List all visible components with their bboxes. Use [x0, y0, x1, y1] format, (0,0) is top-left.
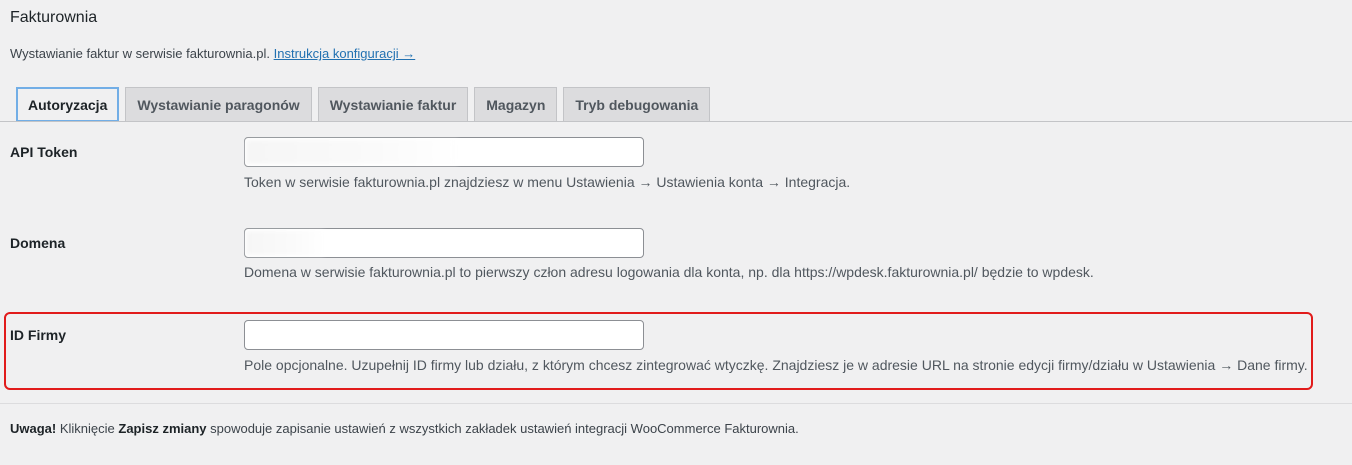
id-firmy-label: ID Firmy: [10, 327, 67, 343]
intro-text: Wystawianie faktur w serwisie fakturowni…: [10, 46, 270, 61]
domena-description: Domena w serwisie fakturownia.pl to pier…: [244, 264, 1094, 280]
footer-divider: [0, 403, 1352, 404]
id-firmy-highlight-box: [4, 312, 1313, 390]
id-firmy-description: Pole opcjonalne. Uzupełnij ID firmy lub …: [244, 357, 1308, 373]
footer-note-save-changes: Zapisz zmiany: [118, 421, 207, 436]
tab-autoryzacja[interactable]: Autoryzacja: [16, 87, 120, 122]
config-instructions-link[interactable]: Instrukcja konfiguracji →: [274, 46, 416, 61]
page-title: Fakturownia: [10, 9, 98, 26]
tab-tryb-debugowania[interactable]: Tryb debugowania: [563, 87, 711, 121]
tabs-divider: [0, 121, 1352, 122]
tab-bar: Autoryzacja Wystawianie paragonów Wystaw…: [16, 87, 711, 122]
domena-input[interactable]: [244, 228, 644, 258]
footer-note-text-2: spowoduje zapisanie ustawień z wszystkic…: [206, 421, 799, 436]
api-token-description: Token w serwisie fakturownia.pl znajdzie…: [244, 174, 851, 190]
id-firmy-input[interactable]: [244, 320, 644, 350]
api-token-label: API Token: [10, 144, 78, 160]
api-token-input[interactable]: [244, 137, 644, 167]
tab-wystawianie-paragonow[interactable]: Wystawianie paragonów: [125, 87, 312, 121]
domena-label: Domena: [10, 235, 66, 251]
tab-wystawianie-faktur[interactable]: Wystawianie faktur: [317, 87, 469, 121]
tab-magazyn[interactable]: Magazyn: [474, 87, 558, 121]
footer-note-text-1: Kliknięcie: [56, 421, 119, 436]
footer-note-warning: Uwaga!: [10, 421, 57, 436]
footer-note: Uwaga! Kliknięcie Zapisz zmiany spowoduj…: [10, 421, 799, 436]
intro: Wystawianie faktur w serwisie fakturowni…: [10, 46, 415, 61]
